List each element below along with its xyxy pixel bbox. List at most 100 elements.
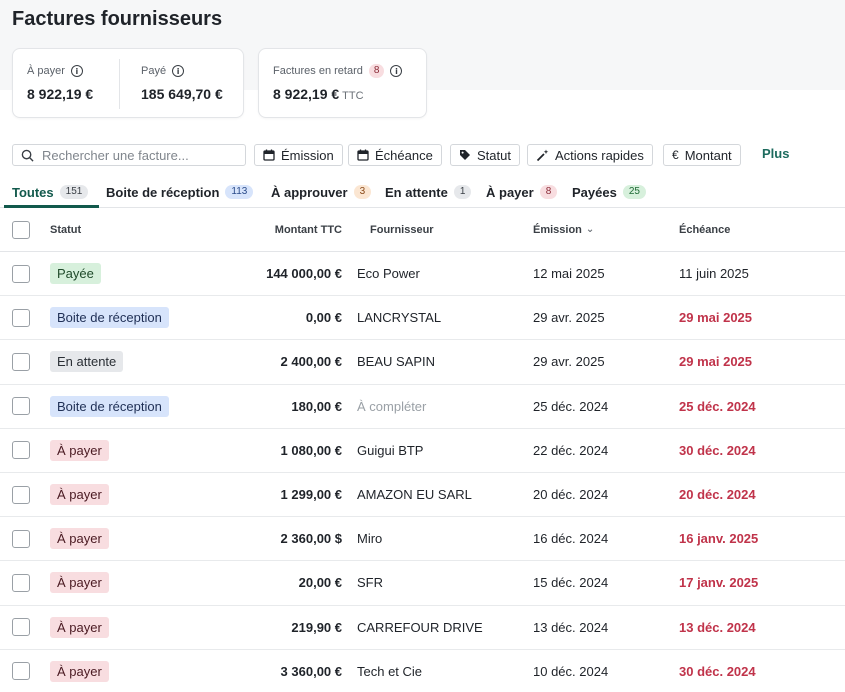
due-date-cell: 11 juin 2025 [679,266,749,282]
status-badge: Boite de réception [50,307,169,329]
row-checkbox[interactable] [12,618,30,637]
late-block: Factures en retard 8 i 8 922,19 € TTC [273,63,403,102]
late-label: Factures en retard [273,65,363,77]
supplier-cell: Tech et Cie [357,663,423,679]
row-checkbox[interactable] [12,662,30,681]
emission-cell: 13 déc. 2024 [533,619,609,635]
paid-block: Payé i 185 649,70 € [141,63,223,102]
due-date-cell: 30 déc. 2024 [679,442,756,458]
amount-cell: 20,00 € [298,575,342,591]
row-checkbox[interactable] [12,352,30,371]
tab-count: 3 [353,185,372,199]
supplier-cell: LANCRYSTAL [357,310,442,326]
tab-a-payer[interactable]: À payer 8 [486,176,558,208]
supplier-cell: Eco Power [357,266,420,282]
tab-toutes[interactable]: Toutes 151 [12,176,89,208]
info-icon[interactable]: i [172,65,185,77]
filter-emission-button[interactable]: Émission [254,144,343,166]
due-date-cell: 13 déc. 2024 [679,619,756,635]
amount-cell: 3 360,00 € [280,663,342,679]
card-divider [119,59,120,109]
tab-count: 25 [622,185,646,199]
header-emission-sort[interactable]: Émission ⌄ [533,208,594,251]
tab-a-approuver[interactable]: À approuver 3 [271,176,372,208]
search-input[interactable]: Rechercher une facture... [12,144,246,166]
tab-label: En attente [385,184,448,200]
row-checkbox[interactable] [12,397,30,416]
table-row[interactable]: À payer 2 360,00 $ Miro 16 déc. 2024 16 … [0,517,845,562]
select-all-checkbox[interactable] [12,220,30,239]
amount-cell: 0,00 € [305,310,342,326]
table-row[interactable]: Boite de réception 180,00 € À compléter … [0,385,845,429]
status-badge: À payer [50,572,109,594]
due-date-cell: 20 déc. 2024 [679,487,756,503]
tab-count: 8 [539,185,558,199]
header-montant[interactable]: Montant TTC [200,208,342,251]
magic-wand-icon [536,149,549,161]
emission-cell: 10 déc. 2024 [533,663,609,679]
summary-card-balances: À payer i 8 922,19 € Payé i 185 649,70 € [12,48,244,118]
amount-cell: 144 000,00 € [266,266,342,282]
tab-boite-reception[interactable]: Boite de réception 113 [106,176,254,208]
emission-cell: 29 avr. 2025 [533,354,605,370]
table-row[interactable]: À payer 1 080,00 € Guigui BTP 22 déc. 20… [0,429,845,473]
status-badge: À payer [50,484,109,506]
filter-montant-label: Montant [684,147,732,163]
filter-statut-button[interactable]: Statut [450,144,520,166]
status-badge: À payer [50,660,109,682]
late-suffix: TTC [342,90,364,102]
table-row[interactable]: À payer 3 360,00 € Tech et Cie 10 déc. 2… [0,650,845,692]
info-icon[interactable]: i [390,65,403,77]
supplier-cell: AMAZON EU SARL [357,487,472,503]
more-filters-link[interactable]: Plus [762,146,789,161]
emission-cell: 29 avr. 2025 [533,310,605,326]
tab-label: Boite de réception [106,184,220,200]
info-icon[interactable]: i [70,65,83,77]
row-checkbox[interactable] [12,485,30,504]
filter-echeance-label: Échéance [375,147,433,163]
table-row[interactable]: En attente 2 400,00 € BEAU SAPIN 29 avr.… [0,340,845,385]
search-placeholder: Rechercher une facture... [42,147,189,163]
filter-echeance-button[interactable]: Échéance [348,144,442,166]
table-row[interactable]: À payer 1 299,00 € AMAZON EU SARL 20 déc… [0,473,845,518]
emission-cell: 16 déc. 2024 [533,531,609,547]
table-row[interactable]: Boite de réception 0,00 € LANCRYSTAL 29 … [0,296,845,341]
supplier-cell: CARREFOUR DRIVE [357,619,483,635]
calendar-icon [263,149,275,161]
due-date-cell: 29 mai 2025 [679,310,753,326]
row-checkbox[interactable] [12,529,30,548]
table-row[interactable]: À payer 219,90 € CARREFOUR DRIVE 13 déc.… [0,606,845,650]
tab-label: Toutes [12,184,54,200]
late-count-badge: 8 [368,64,385,78]
due-date-cell: 30 déc. 2024 [679,663,756,679]
due-date-cell: 25 déc. 2024 [679,398,756,414]
status-badge: À payer [50,439,109,461]
tab-en-attente[interactable]: En attente 1 [385,176,472,208]
tab-payees[interactable]: Payées 25 [572,176,646,208]
paid-value: 185 649,70 € [141,86,223,102]
tag-icon [460,150,470,160]
row-checkbox[interactable] [12,264,30,283]
row-checkbox[interactable] [12,441,30,460]
amount-cell: 180,00 € [291,398,342,414]
status-badge: En attente [50,351,124,373]
summary-card-late: Factures en retard 8 i 8 922,19 € TTC [258,48,427,118]
amount-cell: 219,90 € [291,619,342,635]
quick-actions-button[interactable]: Actions rapides [527,144,653,166]
header-statut: Statut [50,223,82,236]
filter-montant-button[interactable]: € Montant [663,144,741,166]
filter-statut-label: Statut [477,147,511,163]
amount-cell: 2 400,00 € [280,354,342,370]
table-row[interactable]: À payer 20,00 € SFR 15 déc. 2024 17 janv… [0,561,845,606]
invoices-table: Statut Montant TTC Fournisseur Émission … [0,208,845,692]
row-checkbox[interactable] [12,308,30,327]
row-checkbox[interactable] [12,573,30,592]
status-badge: Boite de réception [50,395,169,417]
filter-emission-label: Émission [281,147,334,163]
supplier-cell: À compléter [357,398,427,414]
tab-count: 151 [59,185,89,199]
table-row[interactable]: Payée 144 000,00 € Eco Power 12 mai 2025… [0,252,845,297]
table-header: Statut Montant TTC Fournisseur Émission … [0,208,845,252]
tab-label: Payées [572,184,617,200]
euro-icon: € [672,148,679,162]
